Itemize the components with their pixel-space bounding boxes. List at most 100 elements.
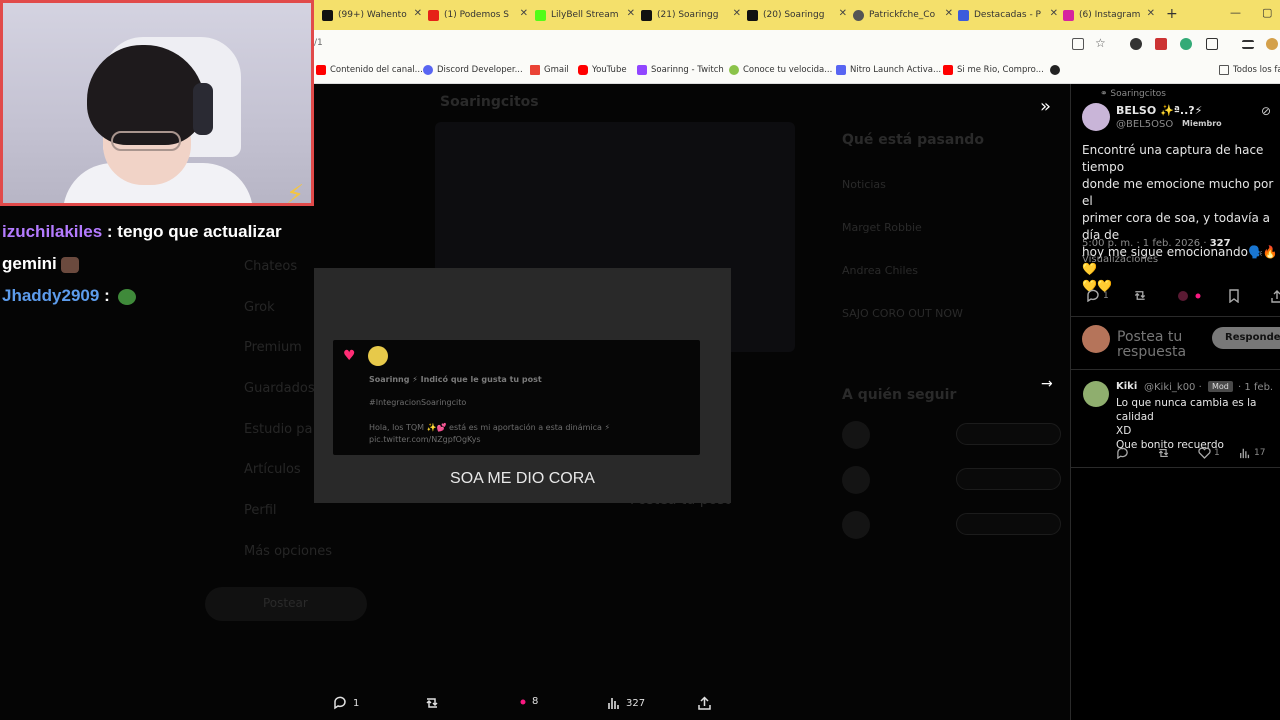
views-icon bbox=[1240, 448, 1250, 459]
globe-icon bbox=[853, 9, 864, 21]
emoji-avatar bbox=[368, 346, 388, 366]
comment-author-name[interactable]: Kiki bbox=[1116, 381, 1137, 392]
chat-message: gemini bbox=[2, 254, 79, 274]
comment-views[interactable]: 17 bbox=[1239, 447, 1265, 459]
collapse-panel-icon[interactable]: » bbox=[1040, 96, 1051, 117]
close-tab-icon[interactable]: ✕ bbox=[839, 8, 847, 19]
tiktok-icon bbox=[322, 9, 333, 21]
close-tab-icon[interactable]: ✕ bbox=[733, 8, 741, 19]
glasses bbox=[111, 131, 181, 151]
comment-date: · 1 feb. bbox=[1238, 382, 1274, 393]
bookmark-item[interactable]: Si me Rio, Compro... bbox=[943, 65, 1044, 75]
tweet-reply-count: 1 bbox=[1103, 290, 1109, 301]
bookmark-item[interactable]: Soarinng - Twitch bbox=[637, 65, 724, 75]
reply-button[interactable]: Responder bbox=[1212, 327, 1280, 349]
dim-nav-item: Grok bbox=[244, 300, 275, 315]
dim-post-button: Postear bbox=[205, 587, 367, 621]
media-control-icon[interactable] bbox=[1242, 40, 1254, 49]
comment-retweet-button[interactable] bbox=[1156, 447, 1174, 459]
bookmark-item[interactable]: Conoce tu velocida... bbox=[729, 65, 832, 75]
youtube-icon bbox=[578, 65, 588, 75]
bookmark-button[interactable] bbox=[1228, 289, 1243, 303]
bookmark-item[interactable]: YouTube bbox=[578, 65, 627, 75]
comment-text: Lo que nunca cambia es la calidad XD Que… bbox=[1116, 397, 1257, 451]
comment-avatar[interactable] bbox=[1083, 381, 1109, 407]
url-field[interactable]: /1 bbox=[314, 38, 323, 48]
maximize-icon[interactable]: ▢ bbox=[1262, 6, 1272, 19]
tweet-like-button[interactable] bbox=[1176, 289, 1207, 303]
dim-trending-title: Qué está pasando bbox=[842, 132, 984, 148]
chat-text: gemini bbox=[2, 254, 57, 273]
share-button[interactable] bbox=[1271, 289, 1280, 303]
dim-follow-button bbox=[956, 468, 1061, 490]
dim-nav-item: Perfil bbox=[244, 503, 277, 518]
bookmark-item[interactable]: Nitro Launch Activa... bbox=[836, 65, 941, 75]
minimize-icon[interactable]: — bbox=[1230, 6, 1241, 19]
browser-tab[interactable]: (1) Podemos S ✕ bbox=[428, 4, 528, 26]
like-action[interactable]: 8 bbox=[519, 696, 538, 707]
browser-tab[interactable]: (20) Soaringg ✕ bbox=[747, 4, 847, 26]
browser-tab[interactable]: (99+) Wahento ✕ bbox=[322, 4, 422, 26]
frog-emote-icon bbox=[118, 288, 137, 305]
bookmark-item[interactable] bbox=[1050, 65, 1064, 75]
close-tab-icon[interactable]: ✕ bbox=[945, 8, 953, 19]
author-handle[interactable]: @BEL5OSO bbox=[1116, 119, 1173, 130]
share-action[interactable] bbox=[697, 696, 717, 711]
install-app-icon[interactable] bbox=[1072, 38, 1084, 50]
close-tab-icon[interactable]: ✕ bbox=[414, 8, 422, 19]
dim-nav-item: Premium bbox=[244, 340, 302, 355]
folder-icon bbox=[1219, 65, 1229, 75]
bookmark-item[interactable]: Gmail bbox=[530, 65, 569, 75]
views-icon bbox=[608, 698, 619, 709]
reply-input[interactable]: Postea tu respuesta bbox=[1117, 330, 1207, 360]
chat-message: Jhaddy2909 : bbox=[2, 286, 137, 306]
browser-tab[interactable]: (6) Instagram ✕ bbox=[1063, 4, 1155, 26]
nitro-icon bbox=[836, 65, 846, 75]
extension-icon[interactable] bbox=[1155, 38, 1167, 50]
chat-username: Jhaddy2909 bbox=[2, 286, 100, 305]
share-icon bbox=[698, 696, 711, 710]
extension-icon[interactable] bbox=[1180, 38, 1192, 50]
next-arrow-icon[interactable]: → bbox=[1041, 376, 1053, 392]
close-tab-icon[interactable]: ✕ bbox=[520, 8, 528, 19]
bookmark-item[interactable]: Discord Developer... bbox=[423, 65, 523, 75]
community-label[interactable]: ⚭ Soaringcitos bbox=[1100, 89, 1166, 99]
close-tab-icon[interactable]: ✕ bbox=[1147, 8, 1155, 19]
close-tab-icon[interactable]: ✕ bbox=[1050, 8, 1058, 19]
views-action[interactable]: 327 bbox=[607, 696, 645, 710]
retweet-action[interactable] bbox=[424, 696, 445, 710]
star-icon[interactable]: ☆ bbox=[1095, 36, 1107, 50]
extensions-puzzle-icon[interactable] bbox=[1206, 38, 1218, 50]
divider bbox=[1071, 467, 1280, 468]
x-icon bbox=[641, 9, 652, 21]
author-avatar[interactable] bbox=[1082, 103, 1110, 131]
dim-nav-item: Estudio pa bbox=[244, 422, 313, 437]
all-bookmarks-folder[interactable]: Todos los fa bbox=[1219, 65, 1280, 75]
comment-reply-button[interactable] bbox=[1116, 447, 1132, 459]
bookmark-item[interactable]: Contenido del canal... bbox=[316, 65, 423, 75]
tweet-reply-button[interactable]: 1 bbox=[1086, 289, 1109, 302]
browser-tab[interactable]: (21) Soaringg ✕ bbox=[641, 4, 741, 26]
close-tab-icon[interactable]: ✕ bbox=[627, 8, 635, 19]
gmail-icon bbox=[530, 65, 540, 75]
comment-author-handle[interactable]: @Kiki_k00 · bbox=[1144, 382, 1202, 393]
youtube-icon bbox=[943, 65, 953, 75]
reply-count: 1 bbox=[353, 697, 360, 709]
new-tab-icon[interactable]: + bbox=[1166, 6, 1178, 22]
retweet-icon bbox=[1134, 291, 1146, 300]
current-user-avatar bbox=[1082, 325, 1110, 353]
dim-follow-button bbox=[956, 513, 1061, 535]
reply-action[interactable]: 1 bbox=[333, 696, 359, 710]
author-name[interactable]: BELSO ✨ª..?⚡ bbox=[1116, 104, 1202, 117]
browser-tab[interactable]: Destacadas - P ✕ bbox=[958, 4, 1058, 26]
browser-tab[interactable]: Patrickfche_Co ✕ bbox=[853, 4, 953, 26]
grok-icon[interactable]: ⊘ bbox=[1261, 104, 1271, 118]
profile-avatar[interactable] bbox=[1266, 38, 1278, 50]
comment-like-button[interactable]: 1 bbox=[1198, 447, 1220, 459]
dim-nav-item: Artículos bbox=[244, 462, 301, 477]
extension-icon[interactable] bbox=[1130, 38, 1142, 50]
like-count: 8 bbox=[532, 696, 539, 707]
tweet-retweet-button[interactable] bbox=[1132, 289, 1151, 302]
comment-like-count: 1 bbox=[1214, 448, 1220, 458]
browser-tab[interactable]: LilyBell Stream ✕ bbox=[535, 4, 635, 26]
